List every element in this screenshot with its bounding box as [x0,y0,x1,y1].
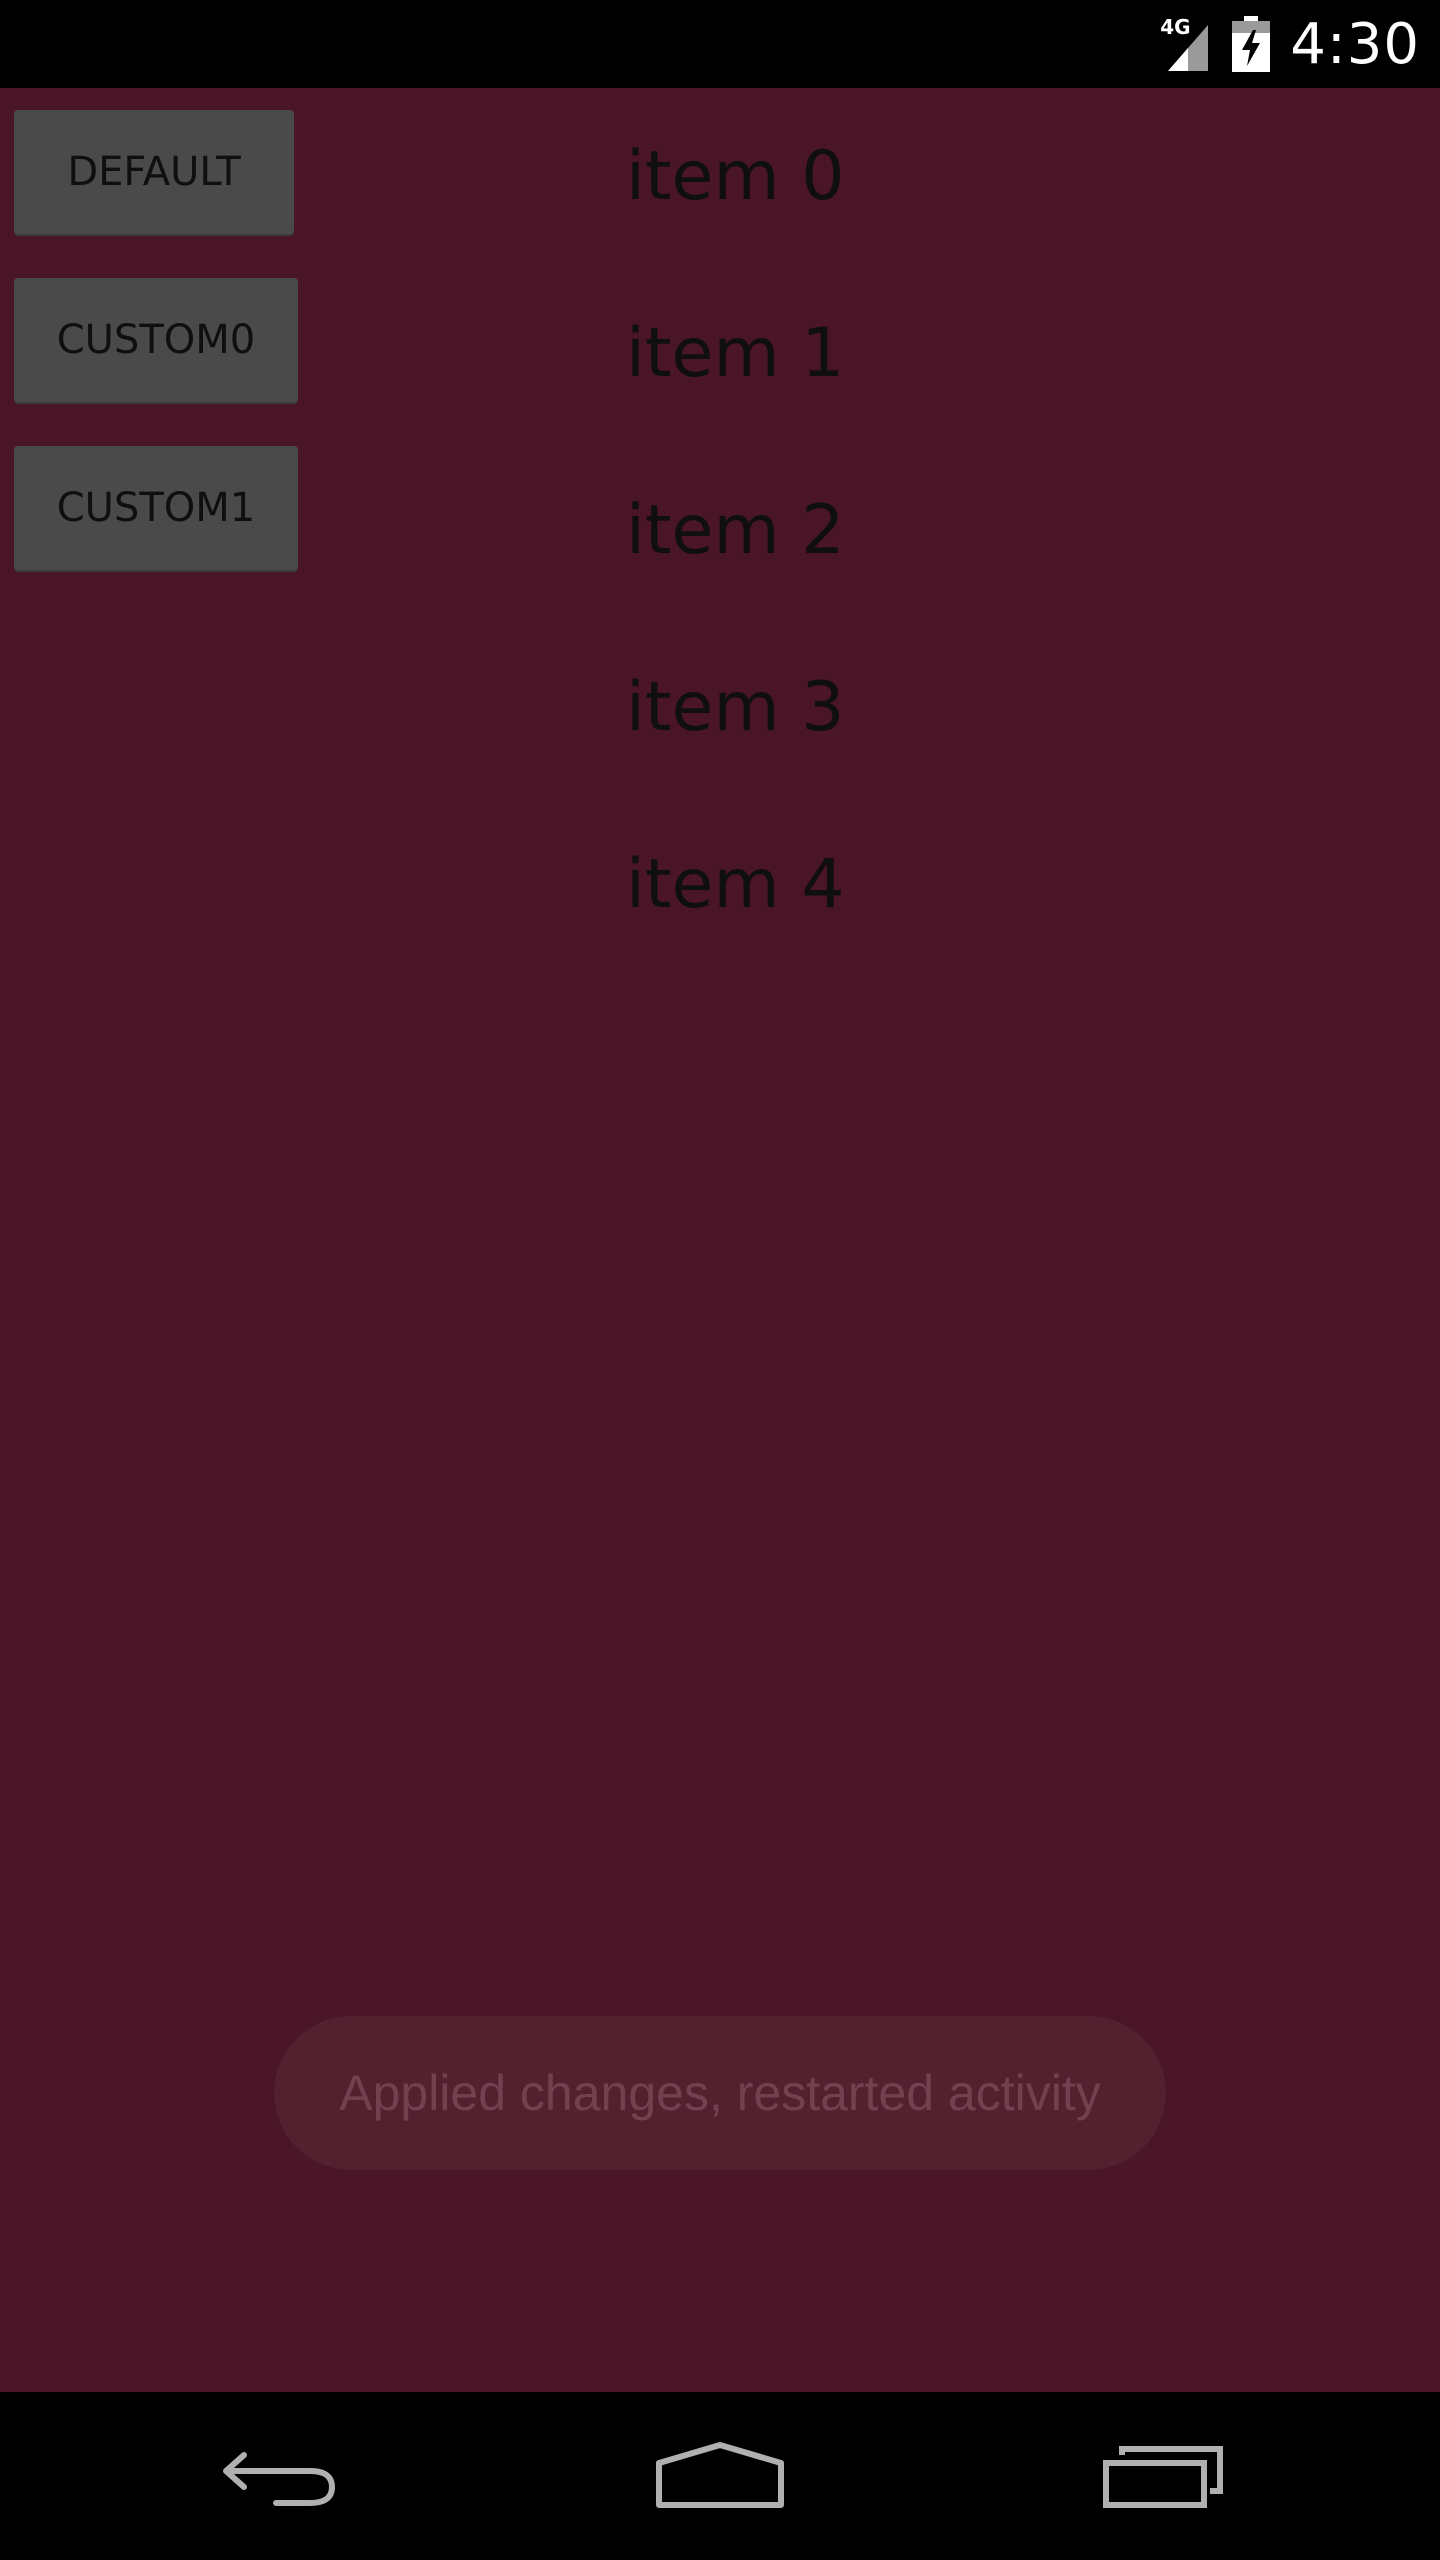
battery-charging-icon [1232,16,1271,72]
toast-message: Applied changes, restarted activity [274,2016,1166,2170]
app-content: DEFAULT CUSTOM0 CUSTOM1 item 0 item 1 it… [0,88,1440,2392]
home-icon [656,2442,784,2508]
signal-icon: 4G [1160,17,1216,71]
network-type-label: 4G [1160,15,1191,39]
back-icon [223,2452,336,2506]
status-bar: 4G 4:30 [0,0,1440,88]
home-button[interactable] [600,2392,840,2560]
list-item[interactable]: item 4 [626,796,1326,973]
back-button[interactable] [160,2392,400,2560]
default-button[interactable]: DEFAULT [14,110,294,234]
custom1-button[interactable]: CUSTOM1 [14,446,298,570]
navigation-bar [0,2392,1440,2560]
list-item[interactable]: item 0 [626,88,1326,265]
custom0-button[interactable]: CUSTOM0 [14,278,298,402]
recents-icon [1103,2446,1223,2508]
list-item[interactable]: item 3 [626,619,1326,796]
recents-button[interactable] [1044,2392,1284,2560]
clock: 4:30 [1290,11,1420,77]
list-item[interactable]: item 2 [626,442,1326,619]
status-icons: 4G 4:30 [1160,0,1420,88]
list-item[interactable]: item 1 [626,265,1326,442]
screen: 4G 4:30 DEFAULT CUSTOM0 CUSTOM1 item 0 i… [0,0,1440,2560]
